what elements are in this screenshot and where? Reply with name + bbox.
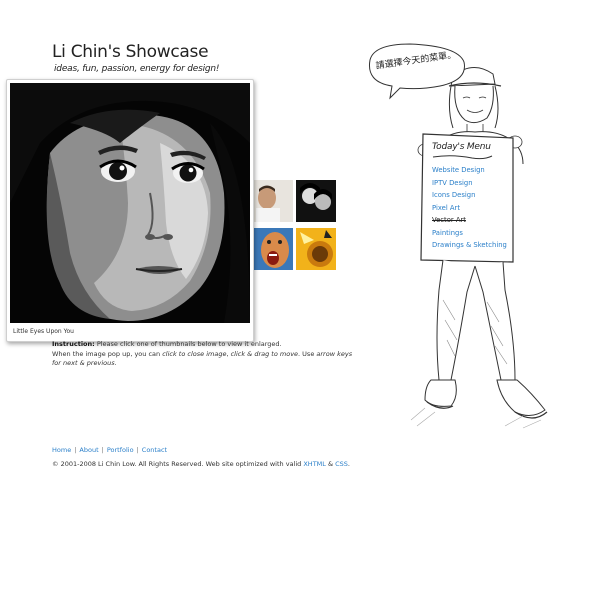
instruction-label: Instruction: xyxy=(52,340,95,348)
menu-title: Today's Menu xyxy=(432,142,491,152)
copyright-text: © 2001-2008 Li Chin Low. All Rights Rese… xyxy=(52,460,350,468)
footer-separator: | xyxy=(74,446,77,454)
instruction-text: Instruction: Please click one of thumbna… xyxy=(52,340,362,369)
menu-item-website-design[interactable]: Website Design xyxy=(432,164,507,177)
footer-separator: | xyxy=(101,446,104,454)
footer-link-contact[interactable]: Contact xyxy=(142,446,167,454)
thumbnail-couple-portrait[interactable] xyxy=(296,180,336,222)
copyright-main: © 2001-2008 Li Chin Low. All Rights Rese… xyxy=(52,460,304,468)
instruction-line2-e: . Use xyxy=(298,349,317,358)
copyright-and: & xyxy=(325,460,336,468)
menu-item-pixel-art[interactable]: Pixel Art xyxy=(432,202,507,215)
instruction-line2-g: . xyxy=(114,359,117,368)
footer-nav: Home | About | Portfolio | Contact xyxy=(52,446,167,454)
menu-item-label[interactable]: Icons Design xyxy=(432,191,475,199)
menu-item-vector-art: Vector Art xyxy=(432,214,507,227)
thumbnail-man-portrait[interactable] xyxy=(253,180,293,222)
thumbnail-sunflower[interactable] xyxy=(296,228,336,270)
menu-item-icons-design[interactable]: Icons Design xyxy=(432,189,507,202)
image-popup[interactable]: Little Eyes Upon You xyxy=(6,79,254,342)
menu-item-label[interactable]: Pixel Art xyxy=(432,204,460,212)
thumbnail-screaming-face[interactable] xyxy=(253,228,293,270)
menu-list: Website Design IPTV Design Icons Design … xyxy=(432,164,507,252)
site-tagline: ideas, fun, passion, energy for design! xyxy=(54,64,220,74)
instruction-line2-a: When the image pop up, you can xyxy=(52,349,163,358)
instruction-line1: Please click one of thumbnails below to … xyxy=(96,340,282,348)
menu-item-label[interactable]: Drawings & Sketching xyxy=(432,241,507,249)
menu-item-drawings-sketching[interactable]: Drawings & Sketching xyxy=(432,239,507,252)
site-title: Li Chin's Showcase xyxy=(52,42,209,62)
footer-separator: | xyxy=(136,446,139,454)
css-link[interactable]: CSS xyxy=(335,460,348,468)
menu-item-label: Vector Art xyxy=(432,216,466,224)
menu-item-iptv-design[interactable]: IPTV Design xyxy=(432,177,507,190)
copyright-end: . xyxy=(347,460,350,468)
popup-caption: Little Eyes Upon You xyxy=(13,328,74,335)
footer-link-portfolio[interactable]: Portfolio xyxy=(107,446,134,454)
instruction-line2-d: click & drag to move xyxy=(230,349,299,358)
popup-image-girl-portrait[interactable] xyxy=(10,83,250,323)
instruction-line2-b: click to close image xyxy=(162,349,227,358)
menu-item-paintings[interactable]: Paintings xyxy=(432,227,507,240)
footer-link-about[interactable]: About xyxy=(79,446,98,454)
xhtml-link[interactable]: XHTML xyxy=(303,460,326,468)
footer-link-home[interactable]: Home xyxy=(52,446,71,454)
menu-item-label[interactable]: Paintings xyxy=(432,229,463,237)
menu-item-label[interactable]: Website Design xyxy=(432,166,485,174)
menu-item-label[interactable]: IPTV Design xyxy=(432,179,473,187)
menu-title-underline xyxy=(432,155,493,160)
